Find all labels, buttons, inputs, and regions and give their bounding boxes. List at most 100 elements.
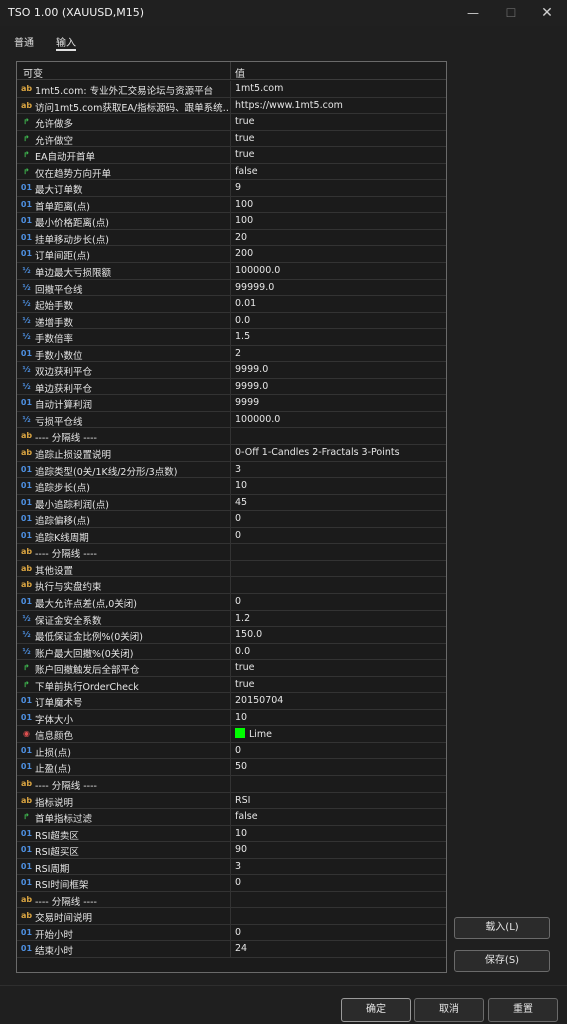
column-header-variable[interactable]: 可变 [23, 65, 43, 80]
table-row[interactable]: 01 自动计算利润 9999 [17, 395, 446, 412]
parameter-value[interactable]: 0.0 [235, 315, 443, 326]
table-row[interactable]: 01 追踪类型(0关/1K线/2分形/3点数) 3 [17, 461, 446, 479]
parameter-value[interactable]: 0 [235, 596, 443, 607]
parameter-value[interactable]: 0 [235, 513, 443, 524]
minimize-icon[interactable]: — [460, 3, 486, 23]
parameter-value[interactable]: false [235, 811, 443, 822]
column-divider[interactable] [230, 62, 231, 80]
column-header-value[interactable]: 值 [235, 65, 245, 80]
parameter-value[interactable]: 100 [235, 215, 443, 226]
table-row[interactable]: 01 最小价格距离(点) 100 [17, 213, 446, 230]
parameter-value[interactable]: 45 [235, 497, 443, 508]
parameter-value[interactable]: 20150704 [235, 695, 443, 706]
table-row[interactable]: ab 追踪止损设置说明 0-Off 1-Candles 2-Fractals 3-P… [17, 445, 446, 462]
parameter-value[interactable]: 100000.0 [235, 265, 443, 276]
parameter-value[interactable]: 1.5 [235, 331, 443, 342]
load-button[interactable]: 载入(L) [454, 917, 550, 939]
parameter-value[interactable]: 150.0 [235, 629, 443, 640]
table-row[interactable]: 01 止损(点) 0 [17, 742, 446, 760]
parameter-value[interactable]: 0 [235, 530, 443, 541]
tab-common[interactable]: 普通 [14, 34, 34, 51]
table-row[interactable]: ½ 亏损平仓线 100000.0 [17, 411, 446, 429]
parameter-value[interactable]: Lime [235, 728, 443, 740]
parameter-value[interactable]: 200 [235, 248, 443, 259]
table-row[interactable]: ½ 起始手数 0.01 [17, 296, 446, 313]
parameter-value[interactable]: 0-Off 1-Candles 2-Fractals 3-Points [235, 447, 443, 458]
parameter-value[interactable]: true [235, 679, 443, 690]
table-row[interactable]: ab ---- 分隔线 ---- [17, 428, 446, 446]
table-row[interactable]: ab 执行与实盘约束 [17, 577, 446, 594]
parameter-value[interactable]: 100000.0 [235, 414, 443, 425]
table-row[interactable]: ↱ 允许做多 true [17, 114, 446, 131]
table-row[interactable]: ↱ 首单指标过滤 false [17, 809, 446, 826]
parameter-value[interactable]: 10 [235, 480, 443, 491]
table-row[interactable]: ½ 单边最大亏损限额 100000.0 [17, 263, 446, 280]
table-row[interactable]: ↱ 下单前执行OrderCheck true [17, 676, 446, 694]
save-button[interactable]: 保存(S) [454, 950, 550, 972]
table-row[interactable]: 01 RSI超买区 90 [17, 842, 446, 859]
maximize-icon[interactable]: ☐ [498, 3, 524, 23]
table-row[interactable]: ab 交易时间说明 [17, 908, 446, 925]
table-row[interactable]: ½ 手数倍率 1.5 [17, 329, 446, 346]
table-row[interactable]: ↱ 仅在趋势方向开单 false [17, 163, 446, 181]
table-row[interactable]: ab 其他设置 [17, 560, 446, 578]
parameter-value[interactable]: 9999.0 [235, 364, 443, 375]
table-row[interactable]: ½ 单边获利平仓 9999.0 [17, 378, 446, 396]
table-row[interactable]: ↱ 账户回撤触发后全部平仓 true [17, 660, 446, 677]
parameter-value[interactable]: 99999.0 [235, 282, 443, 293]
tab-inputs[interactable]: 输入 [56, 34, 76, 51]
table-row[interactable]: ½ 最低保证金比例%(0关闭) 150.0 [17, 627, 446, 644]
table-row[interactable]: 01 RSI时间框架 0 [17, 875, 446, 892]
close-icon[interactable]: ✕ [534, 3, 560, 23]
table-row[interactable]: 01 RSI超卖区 10 [17, 825, 446, 843]
table-row[interactable]: ab 访问1mt5.com获取EA/指标源码、跟单系统… https://www.1… [17, 97, 446, 115]
table-row[interactable]: ↱ 允许做空 true [17, 130, 446, 148]
table-row[interactable]: 01 追踪偏移(点) 0 [17, 511, 446, 528]
table-row[interactable]: ½ 递增手数 0.0 [17, 312, 446, 330]
table-row[interactable]: ab 1mt5.com: 专业外汇交易论坛与资源平台 1mt5.com [17, 81, 446, 98]
parameter-value[interactable]: 0.0 [235, 646, 443, 657]
table-row[interactable]: 01 止盈(点) 50 [17, 759, 446, 776]
parameter-value[interactable]: 3 [235, 861, 443, 872]
parameter-value[interactable]: RSI [235, 795, 443, 806]
table-row[interactable]: 01 追踪步长(点) 10 [17, 478, 446, 495]
table-row[interactable]: ½ 回撤平仓线 99999.0 [17, 279, 446, 297]
parameter-value[interactable]: 1mt5.com [235, 83, 443, 94]
table-row[interactable]: ab ---- 分隔线 ---- [17, 775, 446, 793]
parameter-value[interactable]: 10 [235, 712, 443, 723]
parameter-value[interactable]: 100 [235, 199, 443, 210]
table-row[interactable]: 01 首单距离(点) 100 [17, 196, 446, 214]
parameter-value[interactable]: true [235, 149, 443, 160]
table-row[interactable]: 01 挂单移动步长(点) 20 [17, 229, 446, 247]
parameter-value[interactable]: 0 [235, 927, 443, 938]
reset-button[interactable]: 重置 [488, 998, 558, 1022]
parameter-value[interactable]: false [235, 166, 443, 177]
parameter-value[interactable]: 3 [235, 464, 443, 475]
table-row[interactable]: ↱ EA自动开首单 true [17, 147, 446, 164]
parameter-value[interactable]: 2 [235, 348, 443, 359]
parameter-value[interactable]: 0.01 [235, 298, 443, 309]
parameter-value[interactable]: 0 [235, 745, 443, 756]
table-row[interactable]: 01 最大订单数 9 [17, 180, 446, 197]
table-row[interactable]: 01 最大允许点差(点,0关闭) 0 [17, 593, 446, 611]
cancel-button[interactable]: 取消 [414, 998, 484, 1022]
table-row[interactable]: 01 开始小时 0 [17, 924, 446, 942]
parameter-value[interactable]: https://www.1mt5.com [235, 100, 443, 111]
parameter-value[interactable]: 1.2 [235, 613, 443, 624]
table-row[interactable]: ab 指标说明 RSI [17, 792, 446, 810]
parameter-value[interactable]: true [235, 662, 443, 673]
table-row[interactable]: ab ---- 分隔线 ---- [17, 891, 446, 909]
table-row[interactable]: 01 RSI周期 3 [17, 858, 446, 876]
table-row[interactable]: 01 追踪K线周期 0 [17, 527, 446, 545]
table-row[interactable]: 01 订单魔术号 20150704 [17, 693, 446, 710]
parameter-value[interactable]: 24 [235, 943, 443, 954]
table-row[interactable]: ½ 账户最大回撤%(0关闭) 0.0 [17, 643, 446, 661]
parameter-value[interactable]: 20 [235, 232, 443, 243]
parameter-value[interactable]: true [235, 133, 443, 144]
table-row[interactable]: ◉ 信息颜色 Lime [17, 726, 446, 743]
table-row[interactable]: 01 最小追踪利润(点) 45 [17, 494, 446, 512]
parameter-value[interactable]: 9 [235, 182, 443, 193]
table-row[interactable]: ½ 双边获利平仓 9999.0 [17, 362, 446, 379]
parameter-value[interactable]: 9999.0 [235, 381, 443, 392]
table-row[interactable]: ½ 保证金安全系数 1.2 [17, 610, 446, 628]
